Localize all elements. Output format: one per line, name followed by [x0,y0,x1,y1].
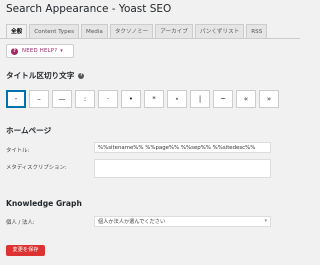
tab-general[interactable]: 全般 [6,24,28,39]
question-icon: ? [11,47,18,55]
separator-options: - – — : · • * ⋆ | ~ « » [6,90,282,108]
separator-option[interactable]: » [259,90,279,108]
chevron-down-icon: ▾ [60,48,63,54]
separator-option[interactable]: ~ [213,90,233,108]
tab-media[interactable]: Media [81,24,108,39]
separator-option[interactable]: - [6,90,26,108]
help-circle-icon[interactable]: ? [78,73,85,79]
separator-option[interactable]: • [121,90,141,108]
homepage-title-label: タイトル: [6,148,30,154]
separator-option[interactable]: · [98,90,118,108]
tab-archives[interactable]: アーカイブ [155,24,193,39]
separator-option[interactable]: | [190,90,210,108]
homepage-section-title: ホームページ [6,126,52,135]
save-changes-button[interactable]: 変更を保存 [6,245,45,256]
need-help-button[interactable]: ? NEED HELP? ▾ [6,44,74,58]
tab-content-types[interactable]: Content Types [29,24,79,39]
person-company-label: 個人 / 法人: [6,220,35,226]
homepage-title-input[interactable]: %%sitename%% %%page%% %%sep%% %%sitedesc… [94,142,271,153]
tab-bar: 全般 Content Types Media タクソノミー アーカイブ パンくず… [6,24,269,39]
knowledge-graph-title: Knowledge Graph [6,199,82,208]
meta-description-textarea[interactable] [94,159,271,178]
separator-option[interactable]: * [144,90,164,108]
page-title: Search Appearance - Yoast SEO [6,3,172,15]
meta-description-label: メタディスクリプション: [6,165,67,171]
separator-option[interactable]: « [236,90,256,108]
tab-divider [0,38,300,39]
tab-breadcrumbs[interactable]: パンくずリスト [194,24,245,39]
separator-option[interactable]: – [29,90,49,108]
person-company-select-value: 個人か法人か選んでください [98,219,166,225]
tab-rss[interactable]: RSS [246,24,268,39]
separator-section-title: タイトル区切り文字? [6,71,85,80]
person-company-select[interactable]: 個人か法人か選んでください ▾ [94,216,271,227]
separator-option[interactable]: — [52,90,72,108]
separator-option[interactable]: : [75,90,95,108]
chevron-down-icon: ▾ [264,218,267,224]
need-help-label: NEED HELP? [22,48,58,54]
tab-taxonomies[interactable]: タクソノミー [109,24,154,39]
separator-option[interactable]: ⋆ [167,90,187,108]
